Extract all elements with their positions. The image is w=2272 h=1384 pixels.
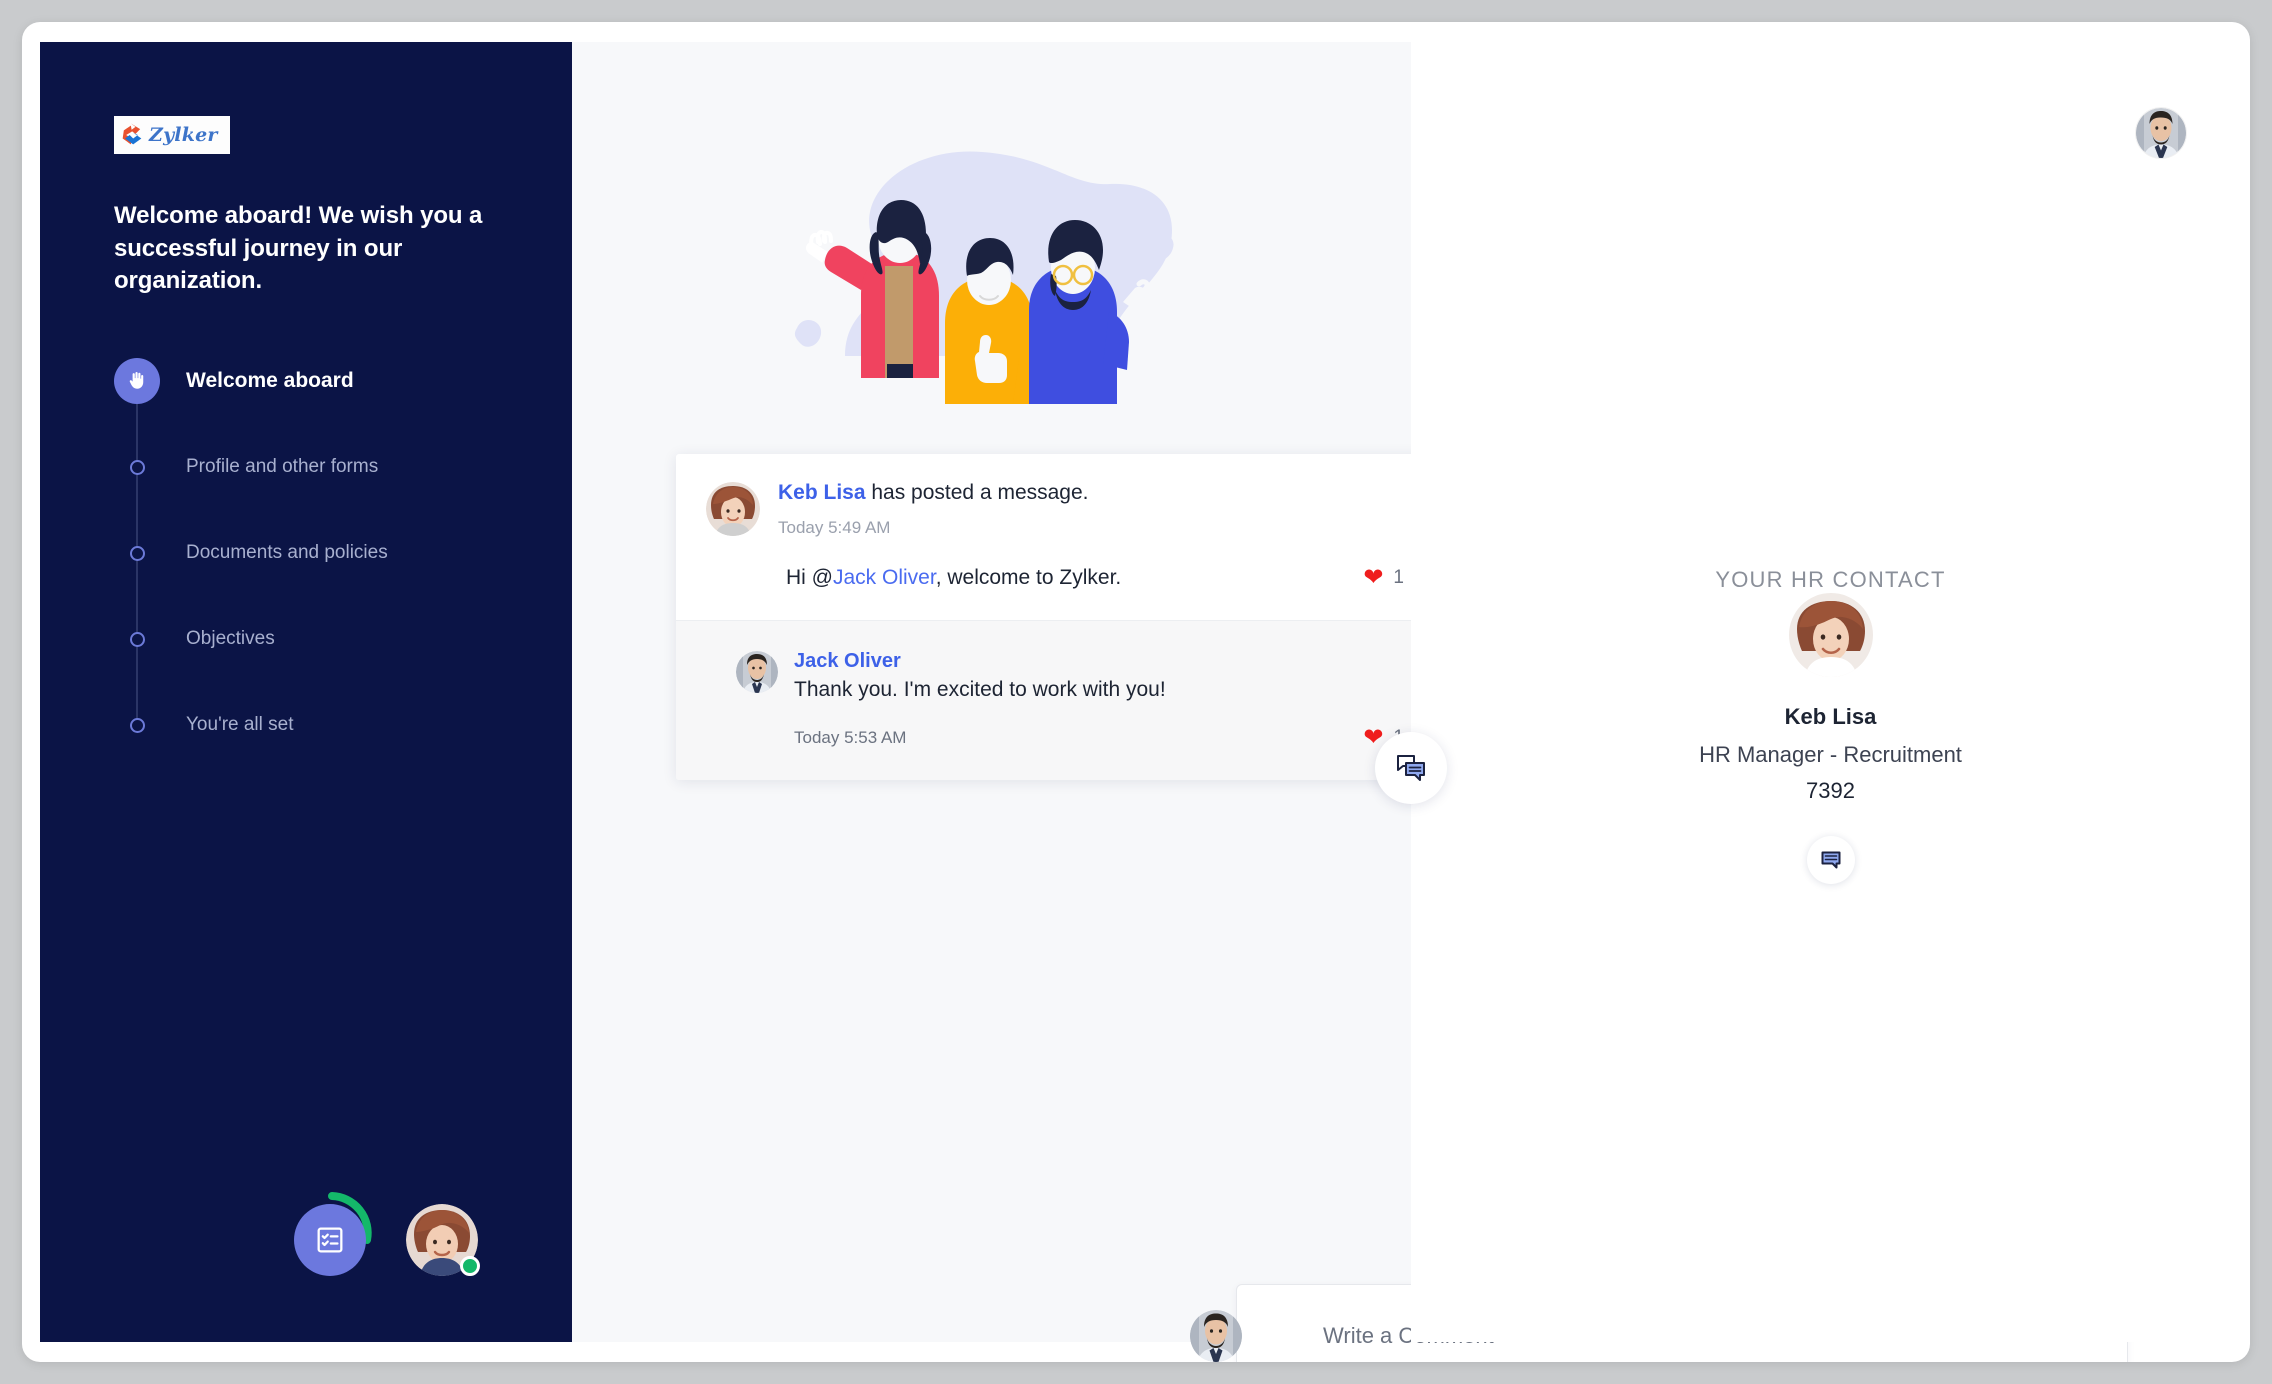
sidebar-step-label: You're all set (186, 714, 294, 735)
hr-contact-name: Keb Lisa (1784, 704, 1877, 729)
header-user-avatar[interactable] (2136, 108, 2186, 158)
comment-user-avatar (1190, 1310, 1242, 1362)
reply-body: Jack Oliver Thank you. I'm excited to wo… (794, 649, 1432, 702)
reply-footer: Today 5:53 AM ❤ 1 (736, 726, 1432, 750)
sidebar-user-avatar[interactable] (406, 1204, 480, 1276)
chat-bubble-icon (1821, 851, 1840, 869)
step-dot-icon (129, 459, 145, 475)
hr-contact-chat-button[interactable] (1806, 836, 1855, 884)
reply-author-avatar[interactable] (736, 651, 778, 694)
hr-contact-avatar[interactable] (1788, 593, 1873, 681)
brand-logo[interactable]: Zylker (114, 116, 230, 154)
sidebar-bottom-widgets (294, 1190, 480, 1276)
sidebar-step-youre-all-set[interactable]: You're all set (114, 682, 534, 768)
reply-row: Jack Oliver Thank you. I'm excited to wo… (736, 649, 1432, 702)
post-headline-suffix: has posted a message. (865, 481, 1089, 504)
reply-author-name[interactable]: Jack Oliver (794, 649, 1432, 674)
hr-contact-role: HR Manager - Recruitment (1699, 742, 1962, 767)
sidebar-step-label: Documents and policies (186, 542, 388, 563)
sidebar-step-label: Objectives (186, 628, 275, 649)
step-node (114, 358, 160, 404)
reply-timestamp: Today 5:53 AM (794, 728, 907, 748)
sidebar-step-documents-and-policies[interactable]: Documents and policies (114, 510, 534, 596)
welcome-message: Welcome aboard! We wish you a successful… (114, 202, 483, 295)
post-headline: Keb Lisa has posted a message. (778, 480, 1432, 505)
step-node (114, 459, 160, 475)
sidebar: Zylker Welcome aboard! We wish you a suc… (40, 42, 572, 1342)
step-dot-icon (129, 545, 145, 561)
sidebar-step-label: Welcome aboard (186, 369, 354, 392)
checklist-icon (317, 1227, 343, 1253)
post-text: Hi @Jack Oliver, welcome to Zylker. (778, 566, 1363, 590)
post-body: Keb Lisa has posted a message. Today 5:4… (778, 480, 1432, 590)
hr-contact-panel: YOUR HR CONTACT Keb Lisa HR Manager - Re… (1411, 567, 2250, 884)
reply: Jack Oliver Thank you. I'm excited to wo… (676, 620, 1462, 781)
post-author-name[interactable]: Keb Lisa (778, 481, 866, 504)
step-dot-icon (129, 631, 145, 647)
sidebar-step-objectives[interactable]: Objectives (114, 596, 534, 682)
post-timestamp: Today 5:49 AM (778, 518, 891, 538)
hr-contact-title: YOUR HR CONTACT (1715, 567, 1946, 592)
chat-fab-button[interactable] (1375, 732, 1447, 804)
task-button[interactable] (294, 1204, 366, 1276)
double-chat-bubble-icon (1397, 755, 1425, 781)
brand-name: Zylker (149, 123, 218, 146)
heart-icon[interactable]: ❤ (1363, 566, 1383, 590)
task-progress-widget[interactable] (294, 1190, 380, 1276)
step-active-marker (114, 358, 160, 404)
right-panel: YOUR HR CONTACT Keb Lisa HR Manager - Re… (1411, 42, 2250, 1342)
sidebar-step-welcome-aboard[interactable]: Welcome aboard (114, 338, 534, 424)
onboarding-stepper: Welcome aboard Profile and other forms D… (114, 338, 534, 768)
post: Keb Lisa has posted a message. Today 5:4… (676, 454, 1462, 620)
zylker-diamond-logo-icon (122, 123, 142, 145)
step-node (114, 545, 160, 561)
post-reaction-count: 1 (1393, 567, 1404, 589)
hr-contact-extension: 7392 (1806, 778, 1855, 803)
step-node (114, 717, 160, 733)
post-text-after: , welcome to Zylker. (935, 566, 1122, 590)
post-text-row: Hi @Jack Oliver, welcome to Zylker. ❤ 1 (778, 566, 1432, 590)
message-card: Keb Lisa has posted a message. Today 5:4… (676, 454, 1462, 781)
reply-text: Thank you. I'm excited to work with you! (794, 678, 1166, 702)
post-mention[interactable]: Jack Oliver (833, 566, 936, 589)
step-node (114, 631, 160, 647)
three-people-waving-illustration-icon (756, 151, 1227, 418)
step-dot-icon (129, 717, 145, 733)
app-window: Zylker Welcome aboard! We wish you a suc… (22, 22, 2250, 1362)
post-author-avatar[interactable] (706, 482, 760, 536)
waving-hand-icon (129, 372, 144, 389)
sidebar-step-profile-and-other-forms[interactable]: Profile and other forms (114, 424, 534, 510)
post-text-before: Hi @ (786, 566, 833, 590)
main-content: Keb Lisa has posted a message. Today 5:4… (572, 42, 2128, 1362)
sidebar-step-label: Profile and other forms (186, 456, 379, 477)
online-status-indicator (460, 1256, 480, 1276)
